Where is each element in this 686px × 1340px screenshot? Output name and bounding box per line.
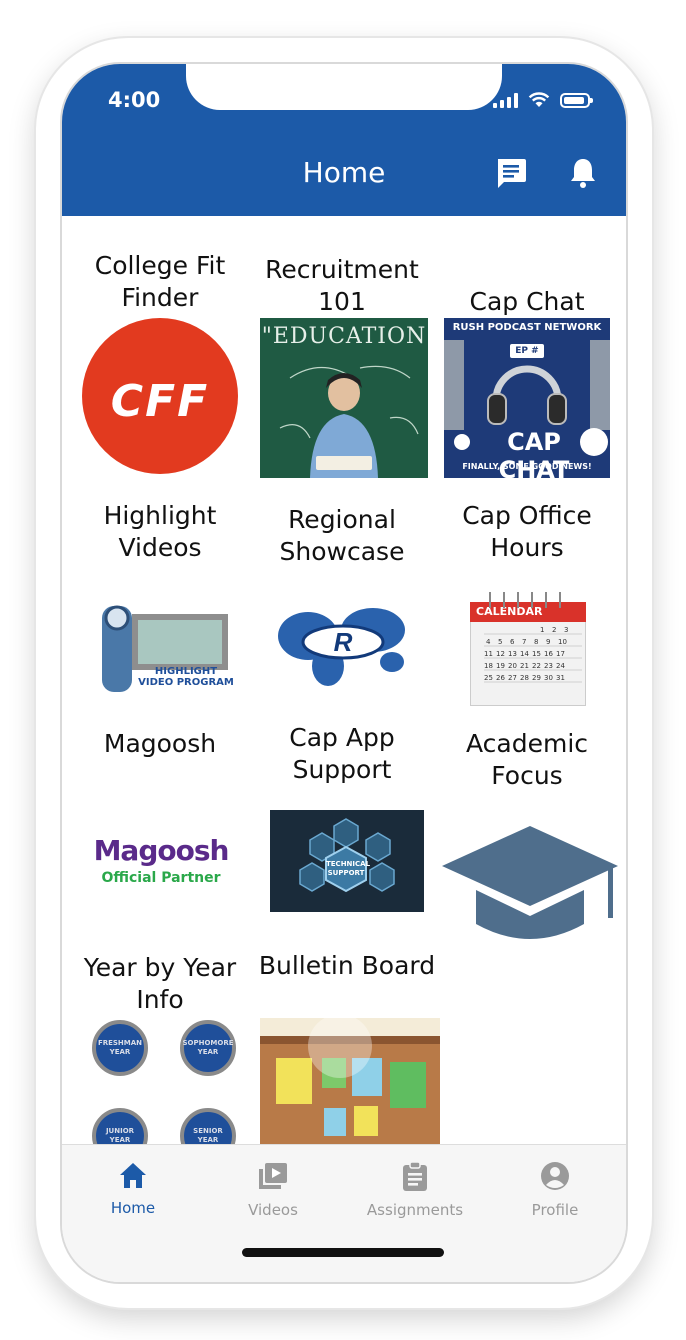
svg-text:11: 11 <box>484 650 493 658</box>
svg-text:R: R <box>334 627 353 657</box>
tab-label: Home <box>110 1199 156 1217</box>
svg-text:3: 3 <box>564 626 568 634</box>
bottom-tab-bar: Home Videos Assignments Profile <box>62 1144 626 1282</box>
home-icon <box>120 1163 146 1188</box>
svg-text:6: 6 <box>510 638 515 646</box>
svg-text:9: 9 <box>546 638 550 646</box>
svg-text:21: 21 <box>520 662 529 670</box>
tile-cap-chat[interactable]: Cap Chat RUSH PODCAST NETWORK EP # 17 CA… <box>436 246 618 482</box>
tab-home[interactable]: Home <box>78 1161 188 1217</box>
tile-cap-office-hours[interactable]: Cap Office Hours CALENDAR 123 4 5 6 7 8 9 10 1… <box>436 500 618 710</box>
tile-cap-app-support[interactable]: Cap App Support TECHNICAL SUPPORT <box>254 723 430 938</box>
svg-text:5: 5 <box>498 638 502 646</box>
svg-text:24: 24 <box>556 662 565 670</box>
device-notch <box>186 64 502 110</box>
page-title: Home <box>302 156 386 189</box>
camcorder-image: HIGHLIGHT VIDEO PROGRAM <box>94 596 234 696</box>
coin-sophomore: SOPHOMORE YEAR <box>180 1020 236 1076</box>
svg-text:7: 7 <box>522 638 526 646</box>
svg-text:13: 13 <box>508 650 517 658</box>
app-header: 4:00 Home <box>62 64 626 216</box>
svg-text:17: 17 <box>556 650 565 658</box>
svg-text:20: 20 <box>508 662 517 670</box>
tile-label: Magoosh <box>103 729 217 758</box>
tile-regional-showcase[interactable]: Regional Showcase R <box>254 500 430 710</box>
tab-assignments[interactable]: Assignments <box>360 1161 470 1219</box>
tab-profile[interactable]: Profile <box>500 1161 610 1219</box>
svg-text:2: 2 <box>552 626 556 634</box>
svg-text:23: 23 <box>544 662 553 670</box>
tab-label: Videos <box>248 1201 298 1219</box>
tile-label: Cap Chat <box>469 287 585 316</box>
tab-label: Assignments <box>366 1201 464 1219</box>
magoosh-logo: Magoosh Official Partner <box>93 834 230 886</box>
tab-label: Profile <box>531 1201 579 1219</box>
account-circle-icon <box>541 1162 569 1190</box>
tile-academic-focus[interactable]: Academic Focus <box>436 728 618 939</box>
svg-text:14: 14 <box>520 650 529 658</box>
tile-label: Recruitment 101 <box>265 255 419 316</box>
cff-logo: CFF <box>82 318 238 474</box>
svg-text:31: 31 <box>556 674 565 682</box>
coin-freshman: FRESHMAN YEAR <box>92 1020 148 1076</box>
tile-label: Academic Focus <box>465 729 589 790</box>
graduation-cap-icon <box>442 826 618 939</box>
cap-chat-podcast-image: RUSH PODCAST NETWORK EP # 17 CAP CHAT FI… <box>444 318 610 478</box>
svg-text:22: 22 <box>532 662 541 670</box>
technical-support-image: TECHNICAL SUPPORT <box>270 810 424 912</box>
education-image: "EDUCATION <box>260 318 428 478</box>
tile-recruitment-101[interactable]: Recruitment 101 "EDUCATION <box>254 246 430 482</box>
svg-text:10: 10 <box>558 638 567 646</box>
tile-label: Highlight Videos <box>103 501 217 562</box>
svg-text:30: 30 <box>544 674 553 682</box>
svg-text:16: 16 <box>544 650 553 658</box>
calendar-image: CALENDAR 123 4 5 6 7 8 9 10 11 12 13 14 15 16 17 18 1… <box>470 586 586 706</box>
tile-label: College Fit Finder <box>94 251 226 312</box>
svg-text:8: 8 <box>534 638 538 646</box>
svg-text:4: 4 <box>486 638 491 646</box>
tile-bulletin-board[interactable]: Bulletin Board <box>254 950 440 1144</box>
tile-year-by-year-info[interactable]: Year by Year Info FRESHMAN YEAR SOPHOMOR… <box>72 952 248 1144</box>
coin-junior: JUNIOR YEAR <box>92 1108 148 1144</box>
svg-text:26: 26 <box>496 674 505 682</box>
tile-label: Regional Showcase <box>279 505 405 566</box>
tile-college-fit-finder[interactable]: College Fit Finder CFF <box>72 246 248 482</box>
svg-text:29: 29 <box>532 674 541 682</box>
app-screen: 4:00 Home College Fit Finder CFF Recruit… <box>62 64 626 1282</box>
svg-text:15: 15 <box>532 650 541 658</box>
tile-label: Year by Year Info <box>83 953 237 1014</box>
battery-icon <box>560 92 593 108</box>
svg-text:28: 28 <box>520 674 529 682</box>
notification-bell-icon[interactable] <box>566 156 600 190</box>
tile-label: Cap Office Hours <box>462 501 592 562</box>
tab-videos[interactable]: Videos <box>218 1161 328 1219</box>
signal-icon <box>493 92 518 108</box>
tile-label: Cap App Support <box>289 723 395 784</box>
svg-text:19: 19 <box>496 662 505 670</box>
tile-highlight-videos[interactable]: Highlight Videos HIGHLIGHT VIDEO PROGRAM <box>72 500 248 710</box>
svg-text:1: 1 <box>540 626 544 634</box>
svg-text:18: 18 <box>484 662 493 670</box>
svg-text:12: 12 <box>496 650 505 658</box>
status-icons <box>493 90 593 110</box>
chat-icon[interactable] <box>494 156 528 190</box>
world-map-logo: R <box>278 608 405 686</box>
svg-text:25: 25 <box>484 674 493 682</box>
coin-senior: SENIOR YEAR <box>180 1108 236 1144</box>
tile-label: Bulletin Board <box>258 951 436 980</box>
wifi-icon <box>528 92 550 107</box>
clipboard-icon <box>403 1161 427 1191</box>
video-library-icon <box>259 1163 287 1189</box>
year-coins-image: FRESHMAN YEAR SOPHOMORE YEAR JUNIOR YEAR… <box>72 1020 248 1144</box>
tile-magoosh[interactable]: Magoosh Magoosh Official Partner <box>72 728 248 938</box>
svg-text:27: 27 <box>508 674 517 682</box>
status-time: 4:00 <box>108 88 161 112</box>
bulletin-board-image <box>260 1018 440 1144</box>
home-indicator[interactable] <box>242 1248 444 1257</box>
